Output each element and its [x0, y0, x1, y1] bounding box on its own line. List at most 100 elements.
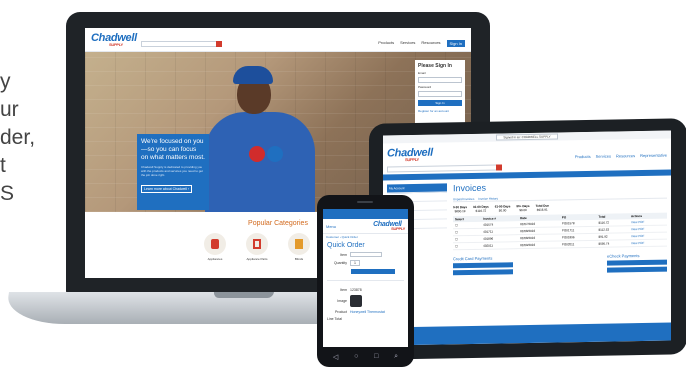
- phone-header: Menu Chadwell SUPPLY: [323, 219, 408, 233]
- recent-apps-icon[interactable]: □: [374, 353, 378, 361]
- header-sign-in-button[interactable]: Sign In: [446, 40, 465, 47]
- side-text-line: ur: [0, 98, 19, 121]
- main-nav: Products Services Resources Representati…: [575, 153, 667, 160]
- aging-stat: 31-60 Days $116.72: [473, 204, 489, 213]
- item-card: Item 123878 Image Product Honeywell Ther…: [327, 280, 404, 321]
- echeck-payments: eCheck Payments: [607, 253, 667, 273]
- echeck-manage-button[interactable]: [607, 266, 667, 273]
- page-title: Quick Order: [327, 242, 365, 249]
- item-number-row: Item 123878: [327, 288, 404, 292]
- search-icon[interactable]: [215, 40, 222, 47]
- row-checkbox[interactable]: ☐: [453, 242, 482, 250]
- technician-cap: [233, 66, 273, 84]
- account-selector[interactable]: Signed in as: CHADWELL SUPPLY: [496, 133, 558, 141]
- red-gauge-icon: [249, 146, 265, 162]
- password-field[interactable]: [418, 91, 462, 97]
- aging-stat: 90+ Days $0.00: [516, 203, 530, 213]
- site-footer: [383, 322, 671, 346]
- tablet-header: Chadwell SUPPLY Products Services Resour…: [383, 139, 671, 165]
- invoices-table: Select Invoice # Date PO Total Actions ☐: [453, 212, 667, 251]
- credit-card-manage-button[interactable]: [453, 269, 513, 276]
- aging-stat: 0-30 Days $800.19: [453, 205, 468, 214]
- password-label: Password: [418, 85, 432, 89]
- nav-item-services[interactable]: Services: [400, 40, 415, 47]
- aging-summary: 0-30 Days $800.19 31-60 Days $116.72 61-90…: [453, 202, 667, 214]
- email-field[interactable]: [418, 77, 462, 83]
- nav-item-products[interactable]: Products: [378, 40, 394, 47]
- sign-in-button[interactable]: Sign In: [418, 100, 462, 106]
- register-link[interactable]: Register for an account: [418, 109, 462, 113]
- phone-device: Menu Chadwell SUPPLY Customer › Quick Or…: [317, 195, 414, 367]
- product-image: [350, 295, 362, 307]
- search-icon[interactable]: [496, 164, 502, 171]
- invoices-panel: Invoices Unpaid Invoices Invoice History…: [447, 180, 667, 276]
- tab-invoice-history[interactable]: Invoice History: [478, 197, 498, 201]
- technician-photo: [205, 60, 315, 212]
- image-label: Image: [337, 299, 347, 303]
- blinds-icon: [295, 239, 303, 249]
- nav-item-representative[interactable]: Representative: [640, 153, 667, 158]
- appliance-icon: [211, 239, 219, 249]
- quantity-input[interactable]: 1: [350, 260, 360, 266]
- line-total-label: Line Total: [327, 317, 342, 321]
- site-logo[interactable]: Chadwell SUPPLY: [91, 32, 137, 47]
- search-input[interactable]: [387, 164, 502, 173]
- search-icon[interactable]: ⌕: [394, 353, 398, 361]
- breadcrumb[interactable]: Customer › Quick Order: [323, 233, 408, 240]
- page-title: Invoices: [453, 182, 487, 194]
- category-appliances[interactable]: Appliances: [204, 233, 226, 261]
- product-name[interactable]: Honeywell Thermostat: [350, 310, 385, 314]
- parts-icon: [253, 239, 261, 249]
- tab-unpaid-invoices[interactable]: Unpaid Invoices: [453, 197, 474, 201]
- invoice-date: 02/09/2016: [518, 240, 560, 249]
- side-text-line: t: [0, 154, 6, 177]
- category-label: Appliance Parts: [246, 257, 268, 261]
- invoice-total: $595.74: [596, 239, 629, 248]
- nav-item-services[interactable]: Services: [596, 154, 611, 159]
- image-row: Image: [327, 295, 404, 307]
- tablet-screen: Signed in as: CHADWELL SUPPLY Chadwell S…: [383, 130, 671, 346]
- site-logo[interactable]: Chadwell SUPPLY: [373, 221, 405, 231]
- add-to-order-button[interactable]: [351, 269, 395, 274]
- view-pdf-link[interactable]: View PDF: [629, 239, 667, 247]
- site-header: Chadwell SUPPLY Products Services Resour…: [85, 28, 471, 52]
- invoice-po: PO02011: [559, 240, 597, 248]
- aging-stat: 61-90 Days $0.00: [494, 204, 511, 213]
- invoice-tabs: Unpaid Invoices Invoice History: [453, 193, 667, 203]
- credit-card-pay-button[interactable]: [453, 262, 513, 269]
- payment-options: Credit Card Payments eCheck Payments: [453, 253, 667, 276]
- item-input[interactable]: [350, 252, 382, 257]
- item-row: Item: [327, 252, 404, 257]
- laptop-notch: [213, 292, 274, 298]
- menu-button[interactable]: Menu: [326, 224, 336, 229]
- invoice-number: 402011: [481, 241, 519, 250]
- product-label: Product: [334, 310, 347, 314]
- device-mockup-stage: y ur der, t S Chadwell SUPPLY Products S…: [0, 0, 686, 367]
- category-blinds[interactable]: Blinds: [288, 233, 310, 261]
- item-number: 123878: [350, 288, 362, 292]
- side-text-line: S: [0, 182, 15, 205]
- tablet-device: Signed in as: CHADWELL SUPPLY Chadwell S…: [369, 118, 686, 360]
- nav-item-products[interactable]: Products: [575, 154, 591, 159]
- nav-item-resources[interactable]: Resources: [616, 153, 635, 158]
- search-input[interactable]: [140, 40, 222, 47]
- main-nav: Products Services Resources Sign In: [378, 40, 465, 47]
- phone-screen: Menu Chadwell SUPPLY Customer › Quick Or…: [323, 209, 408, 347]
- blue-gauge-icon: [267, 146, 283, 162]
- echeck-pay-button[interactable]: [607, 259, 667, 266]
- item-label: Item: [340, 252, 347, 257]
- home-icon[interactable]: ○: [354, 353, 358, 361]
- nav-item-resources[interactable]: Resources: [421, 40, 440, 47]
- email-label: Email: [418, 71, 426, 75]
- hero-cta-button[interactable]: Learn more about Chadwell ›: [141, 185, 193, 193]
- category-appliance-parts[interactable]: Appliance Parts: [246, 233, 268, 261]
- quantity-label: Quantity: [333, 261, 347, 265]
- phone-nav-buttons: ◁ ○ □ ⌕: [325, 353, 406, 361]
- sign-in-title: Please Sign In: [418, 63, 452, 69]
- hero-message-box: We're focused on you—so you can focus on…: [137, 134, 209, 210]
- tablet-content: My Account Invoices Orders Quotes Lists …: [383, 176, 671, 281]
- site-logo[interactable]: Chadwell SUPPLY: [387, 147, 433, 163]
- category-label: Blinds: [294, 257, 304, 261]
- side-text-line: der,: [0, 126, 36, 149]
- back-icon[interactable]: ◁: [333, 353, 338, 361]
